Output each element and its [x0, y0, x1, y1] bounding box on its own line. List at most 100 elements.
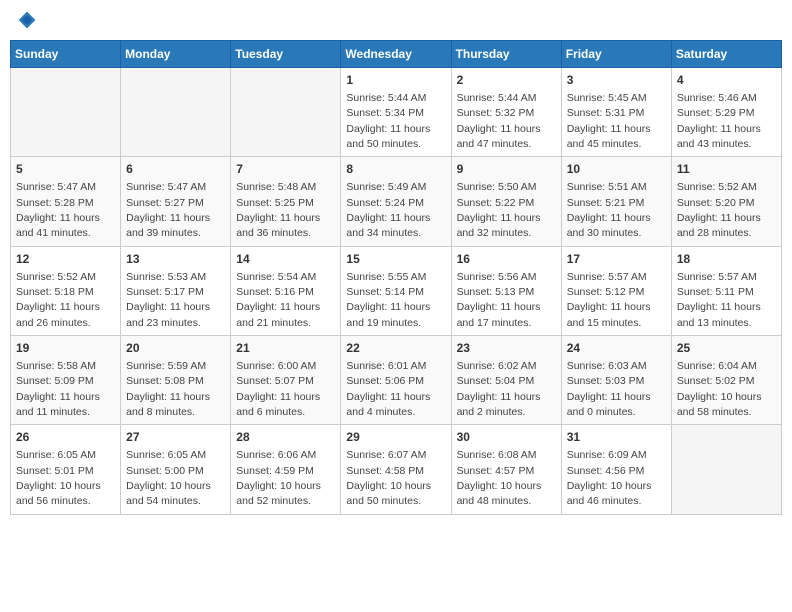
day-number: 16 — [457, 251, 556, 268]
calendar-cell: 28 Sunrise: 6:06 AMSunset: 4:59 PMDayligh… — [231, 425, 341, 514]
day-number: 15 — [346, 251, 445, 268]
calendar-cell: 3 Sunrise: 5:45 AMSunset: 5:31 PMDaylight… — [561, 68, 671, 157]
day-info: Sunrise: 5:48 AMSunset: 5:25 PMDaylight:… — [236, 181, 320, 239]
day-number: 12 — [16, 251, 115, 268]
day-number: 14 — [236, 251, 335, 268]
day-info: Sunrise: 6:00 AMSunset: 5:07 PMDaylight:… — [236, 360, 320, 418]
calendar-cell: 2Sunrise: 5:44 AMSunset: 5:32 PMDaylight… — [451, 68, 561, 157]
day-number: 24 — [567, 340, 666, 357]
calendar-cell: 29 Sunrise: 6:07 AMSunset: 4:58 PMDayligh… — [341, 425, 451, 514]
weekday-header-monday: Monday — [121, 41, 231, 68]
day-number: 7 — [236, 161, 335, 178]
calendar-cell: 22 Sunrise: 6:01 AMSunset: 5:06 PMDayligh… — [341, 336, 451, 425]
day-number: 21 — [236, 340, 335, 357]
calendar-cell: 4Sunrise: 5:46 AMSunset: 5:29 PMDaylight… — [671, 68, 781, 157]
day-info: Sunrise: 5:44 AMSunset: 5:32 PMDaylight:… — [457, 92, 541, 150]
day-number: 26 — [16, 429, 115, 446]
calendar-cell — [671, 425, 781, 514]
day-number: 3 — [567, 72, 666, 89]
day-info: Sunrise: 5:59 AMSunset: 5:08 PMDaylight:… — [126, 360, 210, 418]
day-number: 23 — [457, 340, 556, 357]
day-number: 30 — [457, 429, 556, 446]
calendar-cell: 14 Sunrise: 5:54 AMSunset: 5:16 PMDayligh… — [231, 246, 341, 335]
day-info: Sunrise: 6:03 AMSunset: 5:03 PMDaylight:… — [567, 360, 651, 418]
day-number: 5 — [16, 161, 115, 178]
day-info: Sunrise: 5:51 AMSunset: 5:21 PMDaylight:… — [567, 181, 651, 239]
day-info: Sunrise: 6:06 AMSunset: 4:59 PMDaylight:… — [236, 449, 321, 507]
calendar-cell: 18 Sunrise: 5:57 AMSunset: 5:11 PMDayligh… — [671, 246, 781, 335]
day-info: Sunrise: 5:57 AMSunset: 5:11 PMDaylight:… — [677, 271, 761, 329]
calendar-cell: 16 Sunrise: 5:56 AMSunset: 5:13 PMDayligh… — [451, 246, 561, 335]
calendar-cell — [231, 68, 341, 157]
header — [10, 10, 782, 30]
calendar-cell: 20 Sunrise: 5:59 AMSunset: 5:08 PMDayligh… — [121, 336, 231, 425]
day-info: Sunrise: 5:52 AMSunset: 5:18 PMDaylight:… — [16, 271, 100, 329]
day-number: 20 — [126, 340, 225, 357]
day-number: 1 — [346, 72, 445, 89]
day-info: Sunrise: 5:50 AMSunset: 5:22 PMDaylight:… — [457, 181, 541, 239]
day-info: Sunrise: 5:53 AMSunset: 5:17 PMDaylight:… — [126, 271, 210, 329]
calendar-cell: 7 Sunrise: 5:48 AMSunset: 5:25 PMDaylight… — [231, 157, 341, 246]
day-number: 9 — [457, 161, 556, 178]
day-info: Sunrise: 5:54 AMSunset: 5:16 PMDaylight:… — [236, 271, 320, 329]
week-row-4: 19 Sunrise: 5:58 AMSunset: 5:09 PMDayligh… — [11, 336, 782, 425]
calendar-cell: 6 Sunrise: 5:47 AMSunset: 5:27 PMDaylight… — [121, 157, 231, 246]
calendar-cell: 8 Sunrise: 5:49 AMSunset: 5:24 PMDaylight… — [341, 157, 451, 246]
weekday-header-saturday: Saturday — [671, 41, 781, 68]
day-info: Sunrise: 5:44 AMSunset: 5:34 PMDaylight:… — [346, 92, 430, 150]
day-number: 10 — [567, 161, 666, 178]
day-number: 18 — [677, 251, 776, 268]
day-number: 29 — [346, 429, 445, 446]
day-number: 27 — [126, 429, 225, 446]
weekday-header-tuesday: Tuesday — [231, 41, 341, 68]
day-info: Sunrise: 6:07 AMSunset: 4:58 PMDaylight:… — [346, 449, 431, 507]
day-number: 28 — [236, 429, 335, 446]
day-info: Sunrise: 6:04 AMSunset: 5:02 PMDaylight:… — [677, 360, 762, 418]
calendar-cell: 10 Sunrise: 5:51 AMSunset: 5:21 PMDayligh… — [561, 157, 671, 246]
calendar-cell: 26 Sunrise: 6:05 AMSunset: 5:01 PMDayligh… — [11, 425, 121, 514]
day-info: Sunrise: 6:01 AMSunset: 5:06 PMDaylight:… — [346, 360, 430, 418]
calendar-cell: 24 Sunrise: 6:03 AMSunset: 5:03 PMDayligh… — [561, 336, 671, 425]
day-info: Sunrise: 5:46 AMSunset: 5:29 PMDaylight:… — [677, 92, 761, 150]
day-info: Sunrise: 6:05 AMSunset: 5:00 PMDaylight:… — [126, 449, 211, 507]
calendar-cell: 27 Sunrise: 6:05 AMSunset: 5:00 PMDayligh… — [121, 425, 231, 514]
calendar-cell: 5Sunrise: 5:47 AMSunset: 5:28 PMDaylight… — [11, 157, 121, 246]
calendar-cell: 11 Sunrise: 5:52 AMSunset: 5:20 PMDayligh… — [671, 157, 781, 246]
calendar-cell: 23 Sunrise: 6:02 AMSunset: 5:04 PMDayligh… — [451, 336, 561, 425]
weekday-header-wednesday: Wednesday — [341, 41, 451, 68]
day-number: 8 — [346, 161, 445, 178]
day-info: Sunrise: 5:52 AMSunset: 5:20 PMDaylight:… — [677, 181, 761, 239]
calendar-table: SundayMondayTuesdayWednesdayThursdayFrid… — [10, 40, 782, 515]
week-row-3: 12 Sunrise: 5:52 AMSunset: 5:18 PMDayligh… — [11, 246, 782, 335]
day-number: 22 — [346, 340, 445, 357]
day-info: Sunrise: 6:09 AMSunset: 4:56 PMDaylight:… — [567, 449, 652, 507]
page: SundayMondayTuesdayWednesdayThursdayFrid… — [0, 0, 792, 612]
day-number: 19 — [16, 340, 115, 357]
day-info: Sunrise: 5:49 AMSunset: 5:24 PMDaylight:… — [346, 181, 430, 239]
day-number: 13 — [126, 251, 225, 268]
calendar-cell: 15Sunrise: 5:55 AMSunset: 5:14 PMDayligh… — [341, 246, 451, 335]
weekday-header-friday: Friday — [561, 41, 671, 68]
day-number: 17 — [567, 251, 666, 268]
calendar-cell: 12 Sunrise: 5:52 AMSunset: 5:18 PMDayligh… — [11, 246, 121, 335]
calendar-cell: 21 Sunrise: 6:00 AMSunset: 5:07 PMDayligh… — [231, 336, 341, 425]
weekday-header-sunday: Sunday — [11, 41, 121, 68]
calendar-cell: 19 Sunrise: 5:58 AMSunset: 5:09 PMDayligh… — [11, 336, 121, 425]
calendar-cell: 9 Sunrise: 5:50 AMSunset: 5:22 PMDaylight… — [451, 157, 561, 246]
day-info: Sunrise: 5:45 AMSunset: 5:31 PMDaylight:… — [567, 92, 651, 150]
day-info: Sunrise: 6:08 AMSunset: 4:57 PMDaylight:… — [457, 449, 542, 507]
day-info: Sunrise: 5:47 AMSunset: 5:27 PMDaylight:… — [126, 181, 210, 239]
day-info: Sunrise: 6:05 AMSunset: 5:01 PMDaylight:… — [16, 449, 101, 507]
day-info: Sunrise: 5:56 AMSunset: 5:13 PMDaylight:… — [457, 271, 541, 329]
day-info: Sunrise: 5:58 AMSunset: 5:09 PMDaylight:… — [16, 360, 100, 418]
day-number: 6 — [126, 161, 225, 178]
calendar-cell: 31 Sunrise: 6:09 AMSunset: 4:56 PMDayligh… — [561, 425, 671, 514]
calendar-cell: 13 Sunrise: 5:53 AMSunset: 5:17 PMDayligh… — [121, 246, 231, 335]
calendar-cell: 17Sunrise: 5:57 AMSunset: 5:12 PMDayligh… — [561, 246, 671, 335]
day-number: 11 — [677, 161, 776, 178]
day-number: 31 — [567, 429, 666, 446]
calendar-header-row: SundayMondayTuesdayWednesdayThursdayFrid… — [11, 41, 782, 68]
calendar-body: 1 Sunrise: 5:44 AMSunset: 5:34 PMDaylight… — [11, 68, 782, 515]
calendar-cell — [11, 68, 121, 157]
day-info: Sunrise: 6:02 AMSunset: 5:04 PMDaylight:… — [457, 360, 541, 418]
